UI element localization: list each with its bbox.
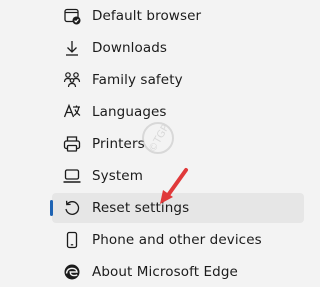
nav-item-downloads[interactable]: Downloads bbox=[52, 33, 304, 63]
nav-item-label: Family safety bbox=[92, 72, 183, 88]
nav-item-printers[interactable]: Printers bbox=[52, 129, 304, 159]
language-icon bbox=[63, 103, 81, 118]
laptop-icon bbox=[63, 169, 81, 183]
reset-icon bbox=[65, 200, 80, 215]
annotation-arrow-icon bbox=[160, 168, 188, 204]
default-browser-icon bbox=[64, 8, 81, 25]
nav-item-languages[interactable]: Languages bbox=[52, 97, 304, 127]
nav-item-label: Default browser bbox=[92, 8, 202, 24]
nav-item-label: System bbox=[92, 168, 143, 184]
family-icon bbox=[63, 72, 81, 88]
phone-icon bbox=[66, 231, 78, 249]
download-icon bbox=[66, 41, 78, 56]
nav-item-label: About Microsoft Edge bbox=[92, 264, 238, 280]
nav-item-phone-and-other-devices[interactable]: Phone and other devices bbox=[52, 225, 304, 255]
nav-item-family-safety[interactable]: Family safety bbox=[52, 65, 304, 95]
nav-item-label: Printers bbox=[92, 136, 145, 152]
printer-icon bbox=[63, 136, 81, 152]
nav-item-default-browser[interactable]: Default browser bbox=[52, 1, 304, 31]
selected-indicator bbox=[50, 200, 53, 216]
nav-item-about-microsoft-edge[interactable]: About Microsoft Edge bbox=[52, 257, 304, 287]
nav-item-label: Downloads bbox=[92, 40, 168, 56]
watermark-logo: ©TGP bbox=[142, 122, 174, 154]
nav-item-label: Phone and other devices bbox=[92, 232, 262, 248]
edge-logo-icon bbox=[64, 264, 80, 280]
